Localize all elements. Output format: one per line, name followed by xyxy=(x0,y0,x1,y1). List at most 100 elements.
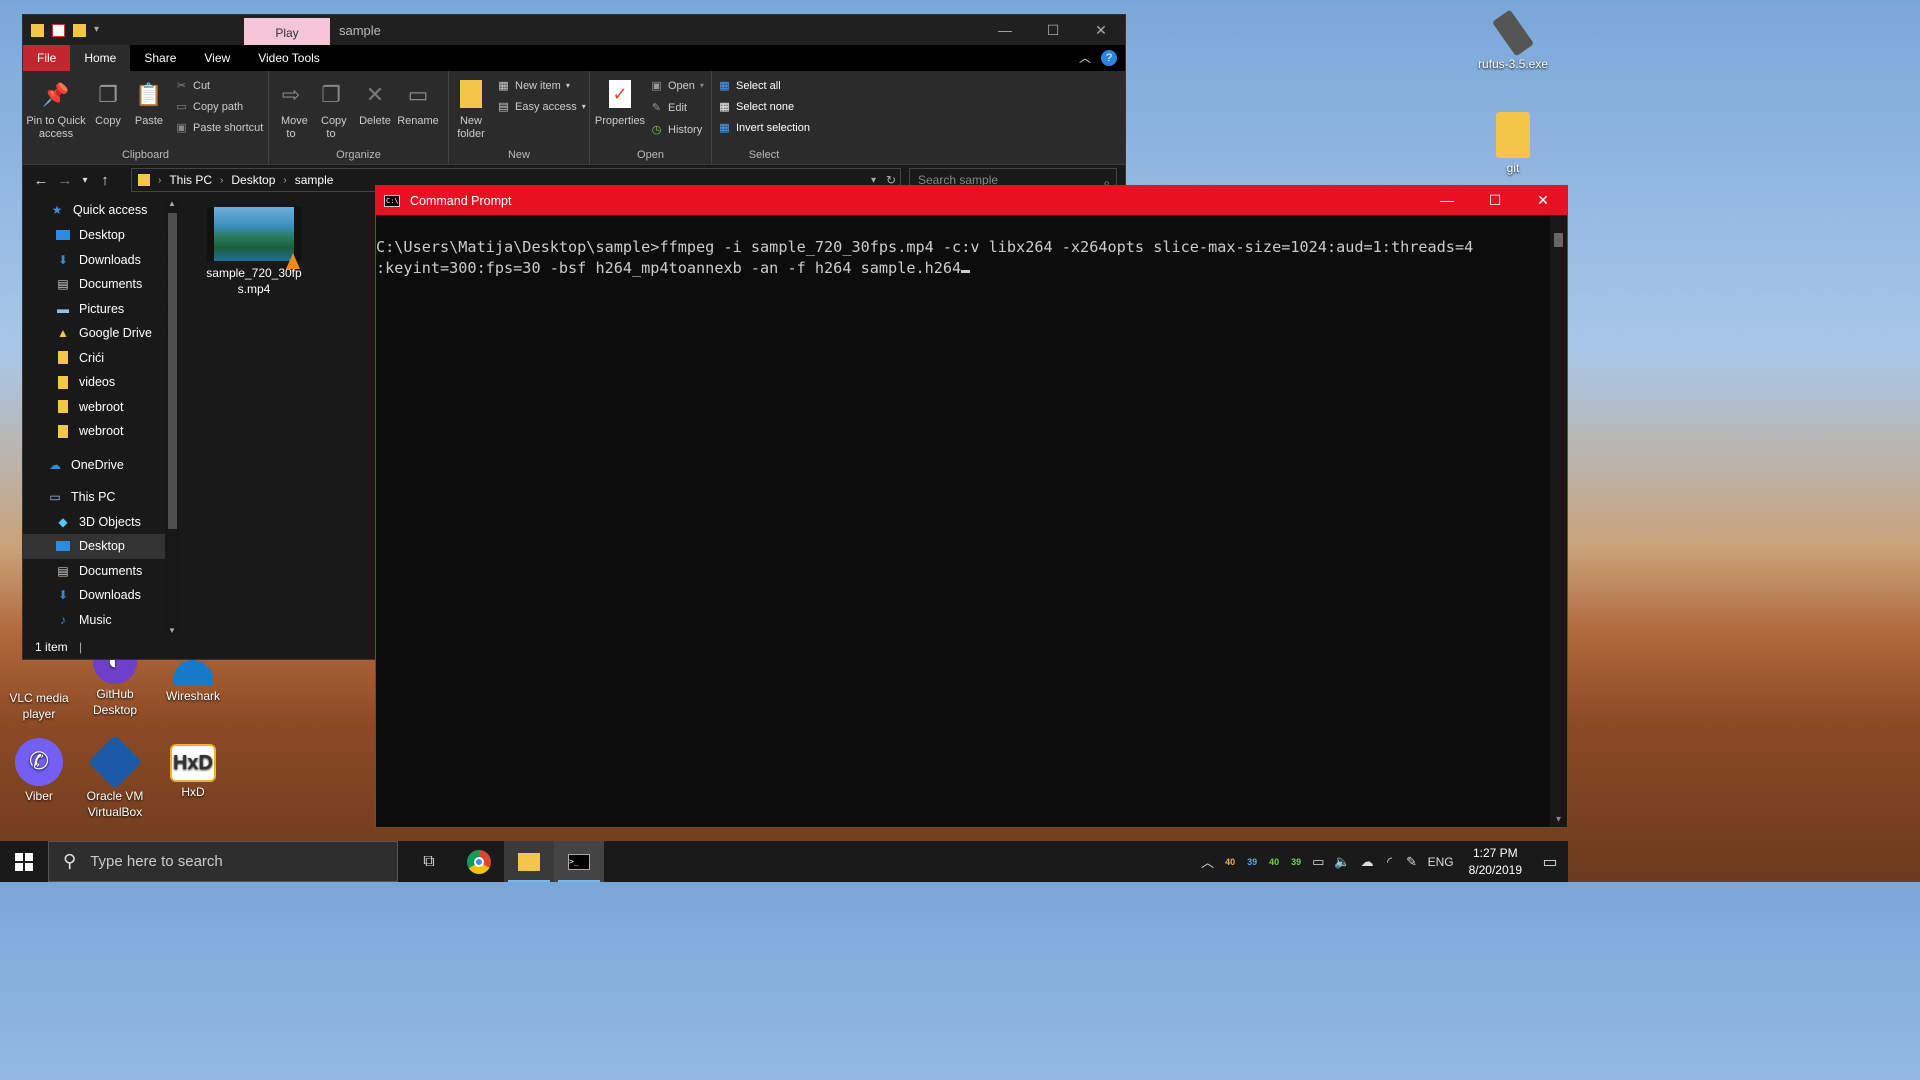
cpu-temp-indicator[interactable]: 39 xyxy=(1285,857,1307,867)
tab-share[interactable]: Share xyxy=(130,45,190,71)
nav-item-desktop[interactable]: Desktop ✦ xyxy=(23,223,175,248)
desktop-icon-label: Viber xyxy=(25,789,53,803)
pin-quick-access-button[interactable]: 📌 Pin to Quick access xyxy=(26,75,86,141)
minimize-button[interactable]: — xyxy=(1423,186,1471,215)
scroll-down-icon[interactable]: ▾ xyxy=(1550,814,1567,825)
desktop-icon-hxd[interactable]: HxD HxD xyxy=(154,744,232,800)
back-button[interactable]: ← xyxy=(29,172,53,189)
nav-label: Downloads xyxy=(79,588,141,603)
cpu-temp-indicator[interactable]: 40 xyxy=(1219,857,1241,867)
nav-quick-access[interactable]: ★ Quick access xyxy=(23,197,175,223)
console-output[interactable]: C:\Users\Matija\Desktop\sample>ffmpeg -i… xyxy=(376,215,1567,279)
action-center-icon[interactable]: ▭ xyxy=(1532,852,1568,872)
nav-item-pictures[interactable]: ▬ Pictures ✦ xyxy=(23,297,175,322)
nav-this-pc[interactable]: ▭ This PC xyxy=(23,484,175,510)
help-icon[interactable]: ? xyxy=(1101,49,1117,66)
nav-item-downloads[interactable]: ⬇ Downloads ✦ xyxy=(23,248,175,273)
collapse-ribbon-icon[interactable]: ︿ xyxy=(1079,49,1091,66)
cloud-upload-icon[interactable]: ☁ xyxy=(1356,854,1379,870)
customize-qat-icon[interactable]: ▾ xyxy=(94,24,102,37)
scroll-up-icon[interactable]: ▲ xyxy=(165,199,179,208)
search-icon: ⚲ xyxy=(63,851,77,871)
scroll-down-icon[interactable]: ▼ xyxy=(165,626,179,635)
recent-locations-button[interactable]: ▾ xyxy=(77,175,93,186)
maximize-button[interactable]: ☐ xyxy=(1029,15,1077,45)
maximize-button[interactable]: ☐ xyxy=(1471,186,1519,215)
nav-item-google-drive[interactable]: ▲ Google Drive ✦ xyxy=(23,321,175,346)
desktop-icon-git[interactable]: git xyxy=(1472,112,1554,176)
taskbar-command-prompt[interactable]: >_ xyxy=(554,841,604,882)
edit-button[interactable]: ✎ Edit xyxy=(650,101,687,115)
paste-shortcut-button[interactable]: ▣ Paste shortcut xyxy=(175,121,263,135)
address-dropdown-icon[interactable]: ▾ xyxy=(871,175,876,186)
breadcrumb-this-pc[interactable]: This PC xyxy=(169,173,212,187)
close-button[interactable]: ✕ xyxy=(1077,15,1125,45)
copy-path-button[interactable]: ▭ Copy path xyxy=(175,100,243,114)
start-button[interactable] xyxy=(0,841,48,882)
nav-onedrive[interactable]: ☁ OneDrive xyxy=(23,452,175,478)
show-hidden-icons-button[interactable]: ︿ xyxy=(1196,852,1219,871)
taskbar-file-explorer[interactable] xyxy=(504,841,554,882)
cut-button[interactable]: ✂ Cut xyxy=(175,79,210,93)
nav-item-3d-objects[interactable]: ◆ 3D Objects xyxy=(23,510,175,535)
delete-button[interactable]: ✕ Delete xyxy=(355,75,395,128)
ribbon: 📌 Pin to Quick access ❐ Copy 📋 Paste ✂ C… xyxy=(23,71,1125,165)
history-button[interactable]: ◷ History xyxy=(650,123,703,137)
nav-item-documents-pc[interactable]: ▤ Documents xyxy=(23,559,175,584)
scrollbar-thumb[interactable] xyxy=(1554,233,1563,247)
tab-view[interactable]: View xyxy=(190,45,244,71)
breadcrumb-desktop[interactable]: Desktop xyxy=(231,173,275,187)
paste-button[interactable]: 📋 Paste xyxy=(119,75,179,128)
nav-item-downloads-pc[interactable]: ⬇ Downloads xyxy=(23,583,175,608)
pen-icon[interactable]: ✎ xyxy=(1401,854,1423,870)
properties-button[interactable]: ✓ Properties xyxy=(590,75,650,128)
new-folder-button[interactable]: New folder xyxy=(449,75,493,141)
select-none-button[interactable]: ▦ Select none xyxy=(718,100,794,114)
select-all-button[interactable]: ▦ Select all xyxy=(718,79,780,93)
forward-button[interactable]: → xyxy=(53,172,77,189)
nav-item-videos[interactable]: videos xyxy=(23,370,175,395)
desktop-icon-viber[interactable]: ✆ Viber xyxy=(0,738,78,804)
scrollbar-thumb[interactable] xyxy=(168,213,177,529)
taskbar-search[interactable]: ⚲ Type here to search xyxy=(48,841,398,882)
invert-selection-button[interactable]: ▦ Invert selection xyxy=(718,121,810,135)
language-indicator[interactable]: ENG xyxy=(1423,855,1459,869)
task-view-button[interactable]: ⧉ xyxy=(404,841,454,882)
move-to-button[interactable]: ⇨ Move to xyxy=(269,75,313,141)
properties-qat-icon[interactable] xyxy=(52,23,65,37)
desktop-icon-vlc[interactable]: VLC media player xyxy=(0,664,78,722)
up-button[interactable]: ↑ xyxy=(93,172,117,189)
battery-icon[interactable]: ▭ xyxy=(1307,854,1329,870)
new-folder-qat-icon[interactable] xyxy=(73,23,86,37)
file-item[interactable]: sample_720_30fps.mp4 xyxy=(199,207,309,297)
open-button[interactable]: ▣ Open ▾ xyxy=(650,79,704,93)
desktop-icon-wireshark[interactable]: Wireshark xyxy=(154,660,232,704)
cpu-temp-indicator[interactable]: 40 xyxy=(1263,857,1285,867)
close-button[interactable]: ✕ xyxy=(1519,186,1567,215)
minimize-button[interactable]: — xyxy=(981,15,1029,45)
tab-home[interactable]: Home xyxy=(70,45,131,71)
breadcrumb-sample[interactable]: sample xyxy=(295,173,334,187)
desktop-icon-rufus[interactable]: rufus-3.5.exe xyxy=(1472,9,1554,72)
cmd-scrollbar[interactable]: ▾ xyxy=(1550,215,1567,827)
context-tab-play[interactable]: Play xyxy=(244,18,330,45)
tab-video-tools[interactable]: Video Tools xyxy=(244,45,334,71)
nav-scrollbar[interactable]: ▲ ▼ xyxy=(165,199,179,635)
rename-button[interactable]: ▭ Rename xyxy=(393,75,443,128)
copy-to-button[interactable]: ❐ Copy to xyxy=(309,75,353,141)
clock[interactable]: 1:27 PM 8/20/2019 xyxy=(1459,845,1532,879)
taskbar-chrome[interactable] xyxy=(454,841,504,882)
nav-item-crici[interactable]: Crići xyxy=(23,346,175,371)
nav-item-webroot[interactable]: webroot xyxy=(23,395,175,420)
wifi-icon[interactable]: ◜ xyxy=(1379,854,1401,870)
desktop-icon-virtualbox[interactable]: Oracle VM VirtualBox xyxy=(76,734,154,820)
nav-item-documents[interactable]: ▤ Documents ✦ xyxy=(23,272,175,297)
tab-file[interactable]: File xyxy=(23,45,71,71)
easy-access-button[interactable]: ▤ Easy access ▾ xyxy=(497,100,585,114)
nav-item-music[interactable]: ♪ Music xyxy=(23,608,175,633)
volume-icon[interactable]: 🔈 xyxy=(1329,854,1355,870)
new-item-button[interactable]: ▦ New item ▾ xyxy=(497,79,570,93)
cpu-temp-indicator[interactable]: 39 xyxy=(1241,857,1263,867)
nav-item-webroot[interactable]: webroot xyxy=(23,419,175,444)
nav-item-desktop-selected[interactable]: Desktop xyxy=(23,534,175,559)
